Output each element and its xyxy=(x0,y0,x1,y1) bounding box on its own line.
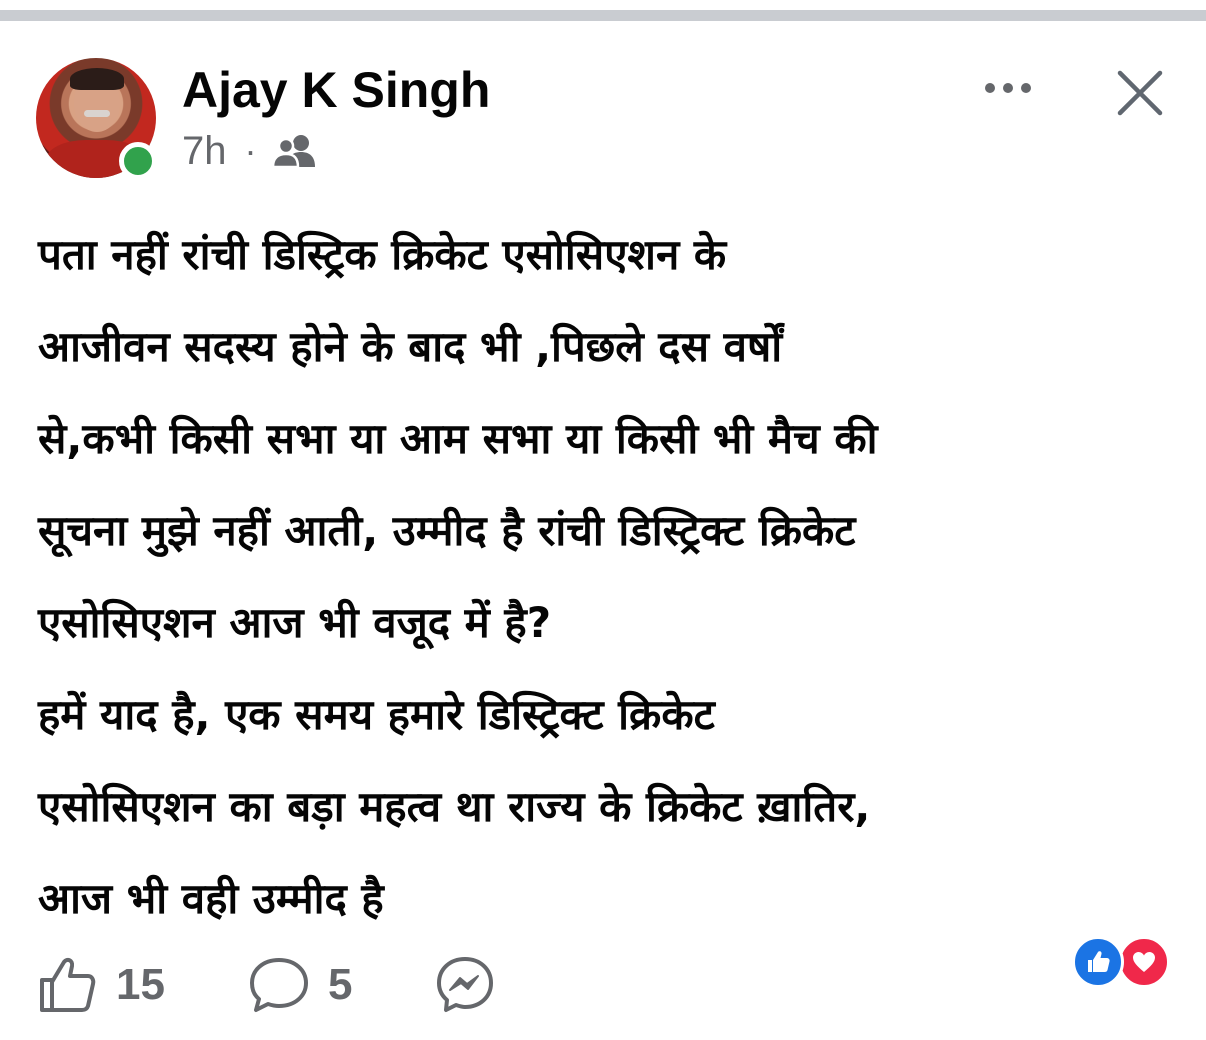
like-button[interactable]: 15 xyxy=(36,946,165,1024)
post-body-line: हमें याद है, एक समय हमारे डिस्ट्रिक्ट क्… xyxy=(38,690,715,739)
post-body-line: एसोसिएशन आज भी वजूद में है? xyxy=(38,598,552,647)
avatar-hair xyxy=(70,68,124,90)
post-meta: 7h · xyxy=(182,128,319,174)
reaction-summary[interactable] xyxy=(1072,936,1172,988)
post-card: Ajay K Singh 7h · पता नहीं रांची डिस्ट्र… xyxy=(0,21,1206,1040)
author-name[interactable]: Ajay K Singh xyxy=(182,61,490,119)
comment-count: 5 xyxy=(328,960,353,1009)
more-horizontal-icon xyxy=(985,83,1031,93)
post-body-line: आजीवन सदस्य होने के बाद भी ,पिछले दस वर्… xyxy=(38,322,783,371)
post-body: पता नहीं रांची डिस्ट्रिक क्रिकेट एसोसिएश… xyxy=(38,209,1188,945)
meta-separator: · xyxy=(244,130,257,171)
thumbs-up-icon xyxy=(40,957,96,1012)
post-time[interactable]: 7h xyxy=(182,128,227,174)
post-body-line: से,कभी किसी सभा या आम सभा या किसी भी मैच… xyxy=(38,414,878,463)
messenger-icon xyxy=(437,957,493,1012)
close-button[interactable] xyxy=(1113,66,1167,120)
like-count: 15 xyxy=(116,960,165,1009)
avatar-mustache xyxy=(84,110,110,117)
online-status-indicator xyxy=(119,142,157,180)
close-icon xyxy=(1117,70,1163,116)
post-body-line: आज भी वही उम्मीद है xyxy=(38,874,384,923)
love-reaction-icon xyxy=(1118,936,1170,988)
friends-icon[interactable] xyxy=(271,133,319,169)
more-options-button[interactable] xyxy=(982,73,1034,103)
comment-button[interactable]: 5 xyxy=(248,946,352,1024)
post-body-line: पता नहीं रांची डिस्ट्रिक क्रिकेट एसोसिएश… xyxy=(38,230,727,279)
like-reaction-icon xyxy=(1072,936,1124,988)
post-footer: 15 5 xyxy=(0,946,1206,1024)
comment-icon xyxy=(250,958,308,1012)
post-body-line: सूचना मुझे नहीं आती, उम्मीद है रांची डिस… xyxy=(38,506,856,555)
top-divider xyxy=(0,10,1206,21)
post-body-line: एसोसिएशन का बड़ा महत्व था राज्य के क्रिक… xyxy=(38,782,871,831)
messenger-share-button[interactable] xyxy=(434,946,496,1024)
